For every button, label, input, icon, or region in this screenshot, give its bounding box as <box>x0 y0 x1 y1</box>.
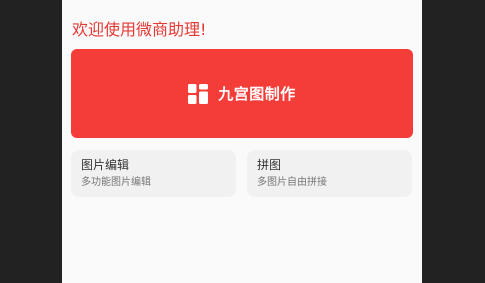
image-edit-subtitle: 多功能图片编辑 <box>81 177 151 188</box>
nine-grid-button-label: 九宫图制作 <box>218 85 296 103</box>
image-edit-card[interactable]: 图片编辑 多功能图片编辑 <box>71 150 236 197</box>
device-frame: 欢迎使用微商助理! 九宫图制作 图片编辑 多功能图片编辑 拼图 多图片自由拼接 <box>0 0 485 283</box>
welcome-text: 欢迎使用微商助理! <box>72 20 207 39</box>
app-screen: 欢迎使用微商助理! 九宫图制作 图片编辑 多功能图片编辑 拼图 多图片自由拼接 <box>62 0 422 283</box>
collage-card[interactable]: 拼图 多图片自由拼接 <box>247 150 412 197</box>
image-edit-title: 图片编辑 <box>81 158 130 172</box>
grid-icon <box>188 83 209 104</box>
collage-subtitle: 多图片自由拼接 <box>257 177 327 188</box>
collage-title: 拼图 <box>257 158 282 172</box>
nine-grid-button[interactable]: 九宫图制作 <box>71 49 413 138</box>
